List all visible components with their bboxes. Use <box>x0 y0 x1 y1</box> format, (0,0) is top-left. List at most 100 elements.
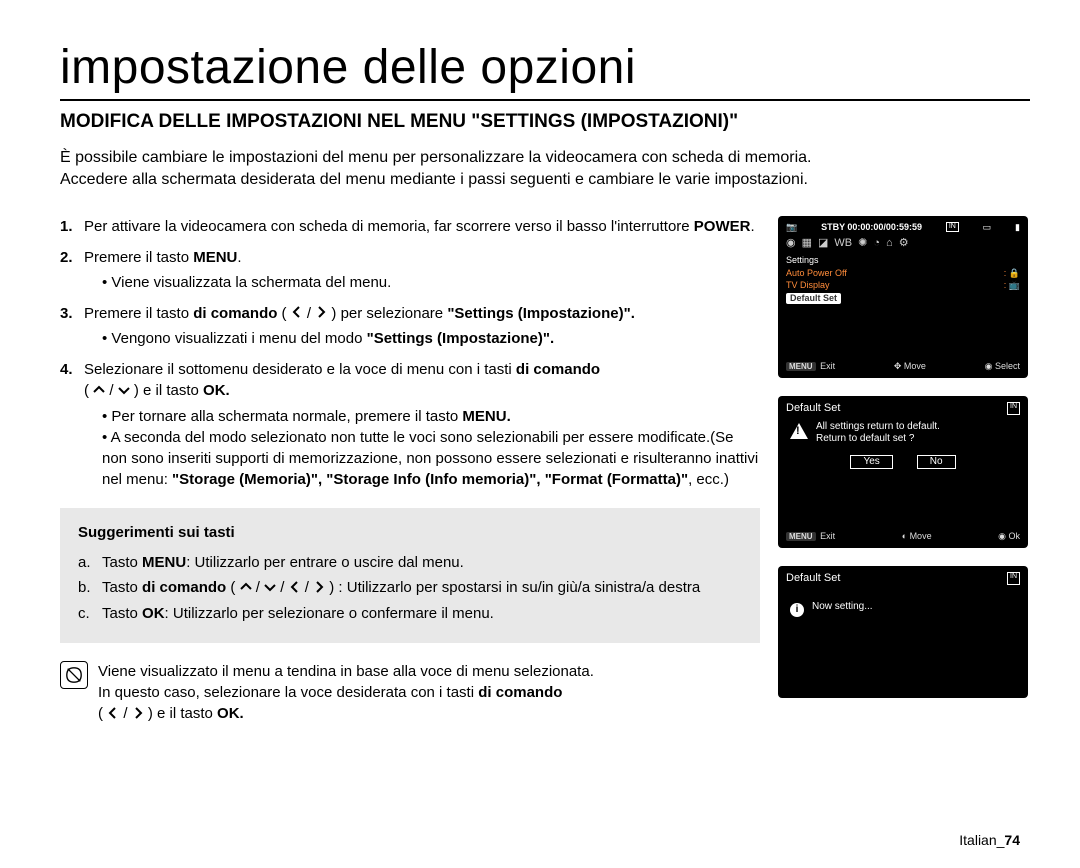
step-number-2: 2. <box>60 247 84 293</box>
step3-sub: Vengono visualizzati i menu del modo "Se… <box>102 328 760 349</box>
card-icon: ▭ <box>983 222 992 233</box>
step2-pre: Premere il tasto <box>84 249 193 266</box>
tip-a-b: MENU <box>142 554 186 571</box>
tip-b-pre: Tasto <box>102 579 142 596</box>
intro-line1: È possibile cambiare le impostazioni del… <box>60 149 811 166</box>
step4-sub2-b1: "Storage (Memoria)", "Storage Info (Info… <box>172 471 688 488</box>
step4-b1: di comando <box>516 361 600 378</box>
step3-sub-b: "Settings (Impostazione)". <box>367 330 555 347</box>
chevron-left-icon <box>107 704 119 725</box>
note-line2-pre: In questo caso, selezionare la voce desi… <box>98 684 478 701</box>
tips-title: Suggerimenti sui tasti <box>78 522 742 544</box>
gear-icon: ⚙ <box>899 237 909 250</box>
tip-letter-c: c. <box>78 603 102 625</box>
no-button[interactable]: No <box>917 455 956 469</box>
menu-item-auto-power-off: Auto Power Off: 🔒 <box>786 267 1020 280</box>
step4-mid1: ( <box>84 382 93 399</box>
menu-item-tv-display: TV Display: 📺 <box>786 279 1020 292</box>
dialog-message: All settings return to default. Return t… <box>816 421 940 445</box>
tip-a-post: : Utilizzarlo per entrare o uscire dal m… <box>186 554 464 571</box>
tip-b-mid2: ) : Utilizzarlo per spostarsi in su/in g… <box>325 579 700 596</box>
step4-sub1: Per tornare alla schermata normale, prem… <box>102 406 760 427</box>
screenshots-column: 📷 STBY 00:00:00/00:59:59 IN ▭ ▮ ◉ ▦ ◪ WB… <box>778 216 1028 698</box>
info-icon: i <box>790 603 804 617</box>
step-number-4: 4. <box>60 359 84 490</box>
page-title: impostazione delle opzioni <box>60 40 1030 101</box>
yes-button[interactable]: Yes <box>850 455 892 469</box>
footer-ok: ◉ Ok <box>998 531 1020 542</box>
tip-letter-a: a. <box>78 552 102 574</box>
footer-select: ◉ Select <box>985 361 1020 372</box>
icon-generic: ⌂ <box>886 237 893 250</box>
tip-letter-b: b. <box>78 577 102 599</box>
footer-move: ✥ Move <box>894 361 926 372</box>
icon-generic: ◉ <box>786 237 796 250</box>
step1-bold: POWER <box>694 218 751 235</box>
lock-icon: : 🔒 <box>1004 268 1020 279</box>
note-text: Viene visualizzato il menu a tendina in … <box>98 661 594 725</box>
step3-b2: "Settings (Impostazione)". <box>447 305 635 322</box>
chevron-right-icon <box>132 704 144 725</box>
tip-b-sep1: / <box>252 579 265 596</box>
camera-icon: 📷 <box>786 222 797 233</box>
storage-in-badge: IN <box>1007 402 1020 415</box>
step4-sub2-post: , ecc.) <box>688 471 729 488</box>
battery-icon: ▮ <box>1015 222 1020 233</box>
tip-b-sep3: / <box>301 579 314 596</box>
step1-post: . <box>750 218 754 235</box>
chevron-down-icon <box>264 578 276 600</box>
step4-b2: OK. <box>203 382 230 399</box>
tip-b-sep2: / <box>276 579 289 596</box>
note-line3-mid: ) e il tasto <box>144 705 217 722</box>
step2-post: . <box>237 249 241 266</box>
step4-sub1-b: MENU. <box>462 408 510 425</box>
footer-exit: MENU Exit <box>786 361 835 372</box>
step4-mid2: / <box>105 382 118 399</box>
intro-line2: Accedere alla schermata desiderata del m… <box>60 171 808 188</box>
step2-sub: Viene visualizzata la schermata del menu… <box>102 272 760 293</box>
icon-generic: ◪ <box>818 237 828 250</box>
chevron-left-icon <box>289 578 301 600</box>
tv-icon: : 📺 <box>1004 280 1020 291</box>
chevron-left-icon <box>291 303 303 324</box>
chevron-up-icon <box>93 381 105 402</box>
note-icon <box>60 661 88 689</box>
dialog-msg2: Return to default set ? <box>816 433 940 445</box>
icon-generic: ▦ <box>802 237 812 250</box>
section-heading: MODIFICA DELLE IMPOSTAZIONI NEL MENU "SE… <box>60 111 1030 133</box>
tip-a: Tasto MENU: Utilizzarlo per entrare o us… <box>102 552 464 574</box>
step-4-text: Selezionare il sottomenu desiderato e la… <box>84 359 760 490</box>
tip-c: Tasto OK: Utilizzarlo per selezionare o … <box>102 603 494 625</box>
top-icon-row: ◉ ▦ ◪ WB ✺ ◔ ⌂ ⚙ <box>786 237 1020 250</box>
footer-move: ◐ Move <box>902 531 932 542</box>
step4-pre: Selezionare il sottomenu desiderato e la… <box>84 361 516 378</box>
tips-box: Suggerimenti sui tasti a.Tasto MENU: Uti… <box>60 508 760 643</box>
step3-mid2: / <box>303 305 316 322</box>
step3-mid3: ) per selezionare <box>327 305 447 322</box>
tip-c-post: : Utilizzarlo per selezionare o conferma… <box>165 605 494 622</box>
icon-generic: ✺ <box>858 237 867 250</box>
storage-in-badge: IN <box>946 222 959 232</box>
step4-sub2: A seconda del modo selezionato non tutte… <box>102 427 760 490</box>
menu-header-settings: Settings <box>786 254 1020 267</box>
camera-screen-settings: 📷 STBY 00:00:00/00:59:59 IN ▭ ▮ ◉ ▦ ◪ WB… <box>778 216 1028 378</box>
tip-b-mid1: ( <box>226 579 239 596</box>
tip-b-b: di comando <box>142 579 226 596</box>
step-2-text: Premere il tasto MENU. Viene visualizzat… <box>84 247 760 293</box>
step3-mid1: ( <box>277 305 290 322</box>
dialog-msg1: All settings return to default. <box>816 421 940 433</box>
page-number: Italian_74 <box>959 832 1020 848</box>
note-line3-pre: ( <box>98 705 107 722</box>
menu-item-default-set: Default Set <box>786 292 1020 305</box>
step4-sub1-pre: Per tornare alla schermata normale, prem… <box>111 408 462 425</box>
step-number-3: 3. <box>60 303 84 350</box>
camera-screen-default-set-confirm: Default Set IN All settings return to de… <box>778 396 1028 548</box>
chevron-up-icon <box>240 578 252 600</box>
step3-b1: di comando <box>193 305 277 322</box>
chevron-right-icon <box>313 578 325 600</box>
storage-in-badge: IN <box>1007 572 1020 585</box>
step1-pre: Per attivare la videocamera con scheda d… <box>84 218 694 235</box>
tip-a-pre: Tasto <box>102 554 142 571</box>
note-line3-sep: / <box>119 705 132 722</box>
footer-exit: MENU Exit <box>786 531 835 542</box>
